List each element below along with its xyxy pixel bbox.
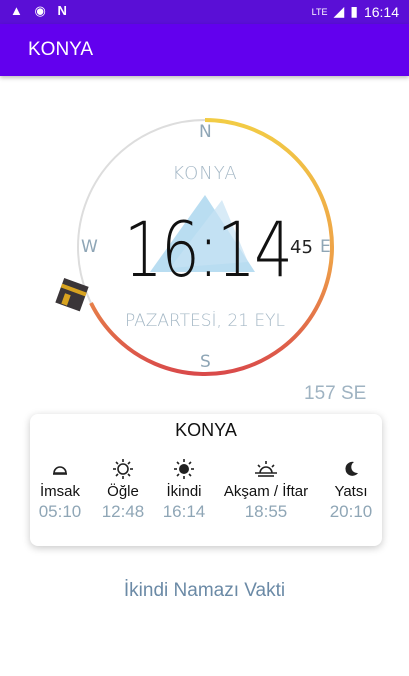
current-seconds: 45 [290,237,313,258]
sun-icon [96,458,150,480]
prayer-ogle: Öğle 12:48 [96,458,150,522]
prayer-yatsi: Yatsı 20:10 [324,458,378,522]
moon-icon [324,458,378,480]
prayer-ikindi: İkindi 16:14 [156,458,212,522]
compass-heading: 157 SE [304,383,367,404]
prayer-name: İmsak [39,483,80,500]
sun-bright-icon [156,458,212,480]
current-date: PAZARTESİ, 21 EYL [124,311,285,331]
prayer-time: 20:10 [329,502,373,521]
prayer-aksam: Akşam / İftar 18:55 [216,458,316,522]
status-bar: ▲ ◉ N LTE ◢ ▮ 16:14 [0,0,409,24]
prayer-name: Akşam / İftar [223,483,309,500]
prayer-time: 16:14 [162,502,206,521]
north-label: N [199,122,212,142]
sunset-icon [216,458,316,480]
prayer-time: 05:10 [38,502,82,521]
prayer-name: Öğle [107,483,139,500]
network-label: LTE [311,6,328,17]
sync-icon: ◉ [34,3,50,18]
current-time: 16:14 [124,205,293,294]
south-label: S [200,352,211,372]
notification-icons: ▲ ◉ N [10,3,71,19]
dome-icon [34,458,86,480]
prayer-name: Yatsı [334,483,368,500]
west-label: W [81,237,98,257]
prayer-time: 12:48 [101,502,145,521]
east-label: E [320,237,331,257]
signal-icon: ◢ [333,3,345,19]
prayer-name: İkindi [166,483,202,500]
prayer-time: 18:55 [244,502,288,521]
app-title: KONYA [28,39,94,60]
card-city: KONYA [175,420,237,440]
status-right: LTE ◢ ▮ 16:14 [312,3,399,20]
current-prayer-label: İkindi Namazı Vakti [123,580,286,601]
app-bar: KONYA [0,24,409,76]
status-time: 16:14 [363,3,399,20]
warning-icon: ▲ [10,3,27,18]
n-icon: N [57,3,71,18]
compass-city: KONYA [172,163,238,184]
prayer-imsak: İmsak 05:10 [34,458,86,522]
prayer-times-card: KONYA İmsak 05:10 Öğle 12:48 İkindi 16:1… [30,414,382,546]
battery-icon: ▮ [350,3,358,19]
